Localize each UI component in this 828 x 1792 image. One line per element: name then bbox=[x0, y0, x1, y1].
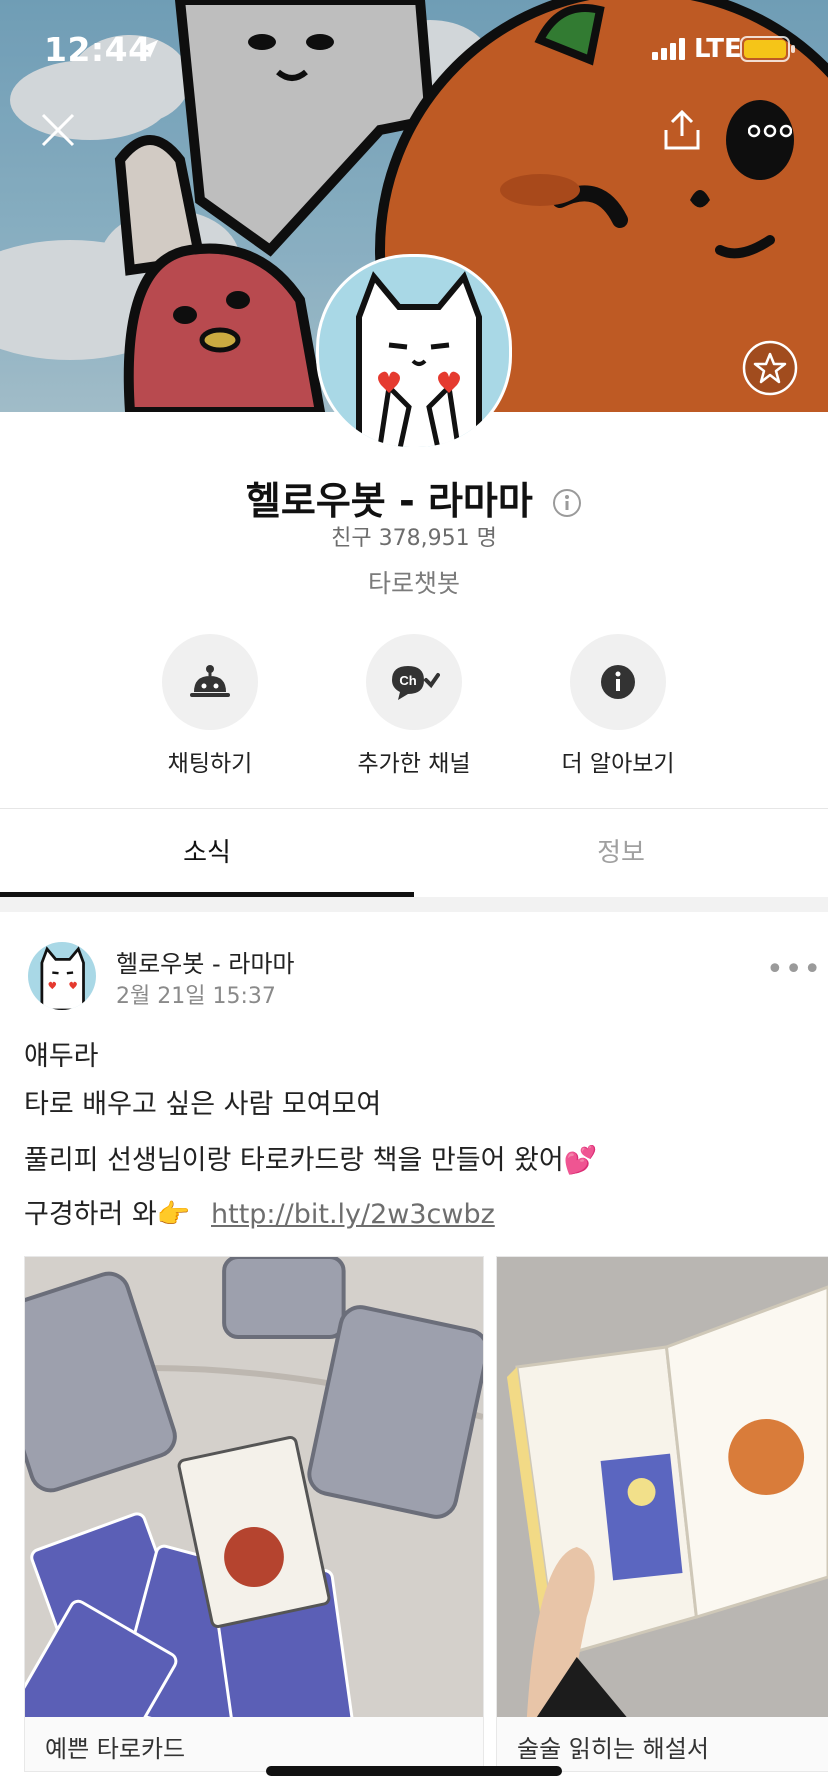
photo-card[interactable]: 예쁜 타로카드 bbox=[24, 1256, 484, 1772]
post-text-line: 얘두라 bbox=[24, 1041, 99, 1072]
tarot-cards-photo bbox=[25, 1257, 483, 1717]
learn-more-button[interactable]: 더 알아보기 bbox=[518, 634, 718, 778]
svg-text:Ch: Ch bbox=[399, 673, 416, 688]
location-arrow-icon bbox=[140, 40, 158, 58]
post-author-avatar[interactable] bbox=[28, 942, 96, 1010]
post-card: 헬로우봇 - 라마마 2월 21일 15:37 ••• 얘두라 타로 배우고 싶… bbox=[0, 912, 828, 1792]
share-icon[interactable] bbox=[660, 108, 704, 152]
learn-more-label: 더 알아보기 bbox=[561, 751, 675, 777]
channel-name-row: 헬로우봇 - 라마마 bbox=[0, 470, 828, 525]
profile-avatar[interactable] bbox=[316, 254, 512, 450]
post-date: 2월 21일 15:37 bbox=[116, 984, 276, 1009]
post-more-icon[interactable]: ••• bbox=[766, 952, 822, 987]
home-indicator bbox=[266, 1766, 562, 1776]
info-circle-icon[interactable] bbox=[552, 488, 582, 518]
added-channel-button[interactable]: Ch 추가한 채널 bbox=[314, 634, 514, 778]
post-text-line: 풀리피 선생님이랑 타로카드랑 책을 만들어 왔어💕 bbox=[24, 1145, 598, 1176]
favorite-star-icon[interactable] bbox=[742, 340, 798, 396]
friends-count: 친구 378,951 명 bbox=[331, 526, 497, 551]
tarot-book-photo bbox=[497, 1257, 828, 1717]
photo-caption: 술술 읽히는 해설서 bbox=[517, 1735, 709, 1763]
post-text-line: 타로 배우고 싶은 사람 모여모여 bbox=[24, 1089, 382, 1120]
chat-button[interactable]: 채팅하기 bbox=[110, 634, 310, 778]
tab-news[interactable]: 소식 bbox=[0, 809, 414, 897]
signal-icon bbox=[652, 38, 685, 60]
added-channel-label: 추가한 채널 bbox=[357, 751, 471, 777]
more-options-icon[interactable] bbox=[748, 124, 792, 138]
channel-category: 타로챗봇 bbox=[367, 569, 460, 598]
cat-avatar-small bbox=[40, 946, 85, 1010]
tab-info[interactable]: 정보 bbox=[414, 809, 828, 897]
post-link[interactable]: http://bit.ly/2w3cwbz bbox=[211, 1199, 495, 1230]
chat-button-label: 채팅하기 bbox=[167, 751, 253, 777]
status-time: 12:44 bbox=[44, 30, 152, 69]
channel-name: 헬로우봇 - 라마마 bbox=[245, 479, 533, 523]
post-text-line-with-link: 구경하러 와👉 http://bit.ly/2w3cwbz bbox=[24, 1192, 495, 1231]
close-icon[interactable] bbox=[40, 112, 76, 148]
post-author: 헬로우봇 - 라마마 bbox=[116, 950, 295, 978]
battery-icon bbox=[740, 36, 795, 62]
robot-bell-icon bbox=[190, 665, 230, 697]
tab-bar: 소식 정보 bbox=[0, 808, 828, 897]
post-text: 구경하러 와👉 bbox=[24, 1199, 191, 1230]
photo-caption: 예쁜 타로카드 bbox=[45, 1735, 186, 1763]
status-bar: 12:44 LTE bbox=[0, 0, 828, 100]
photo-card[interactable]: 술술 읽히는 해설서 bbox=[496, 1256, 828, 1772]
channel-added-icon: Ch bbox=[392, 666, 440, 700]
active-tab-indicator bbox=[0, 892, 414, 897]
network-type: LTE bbox=[694, 34, 742, 64]
info-icon bbox=[601, 665, 635, 699]
cat-avatar-illustration bbox=[356, 271, 482, 447]
